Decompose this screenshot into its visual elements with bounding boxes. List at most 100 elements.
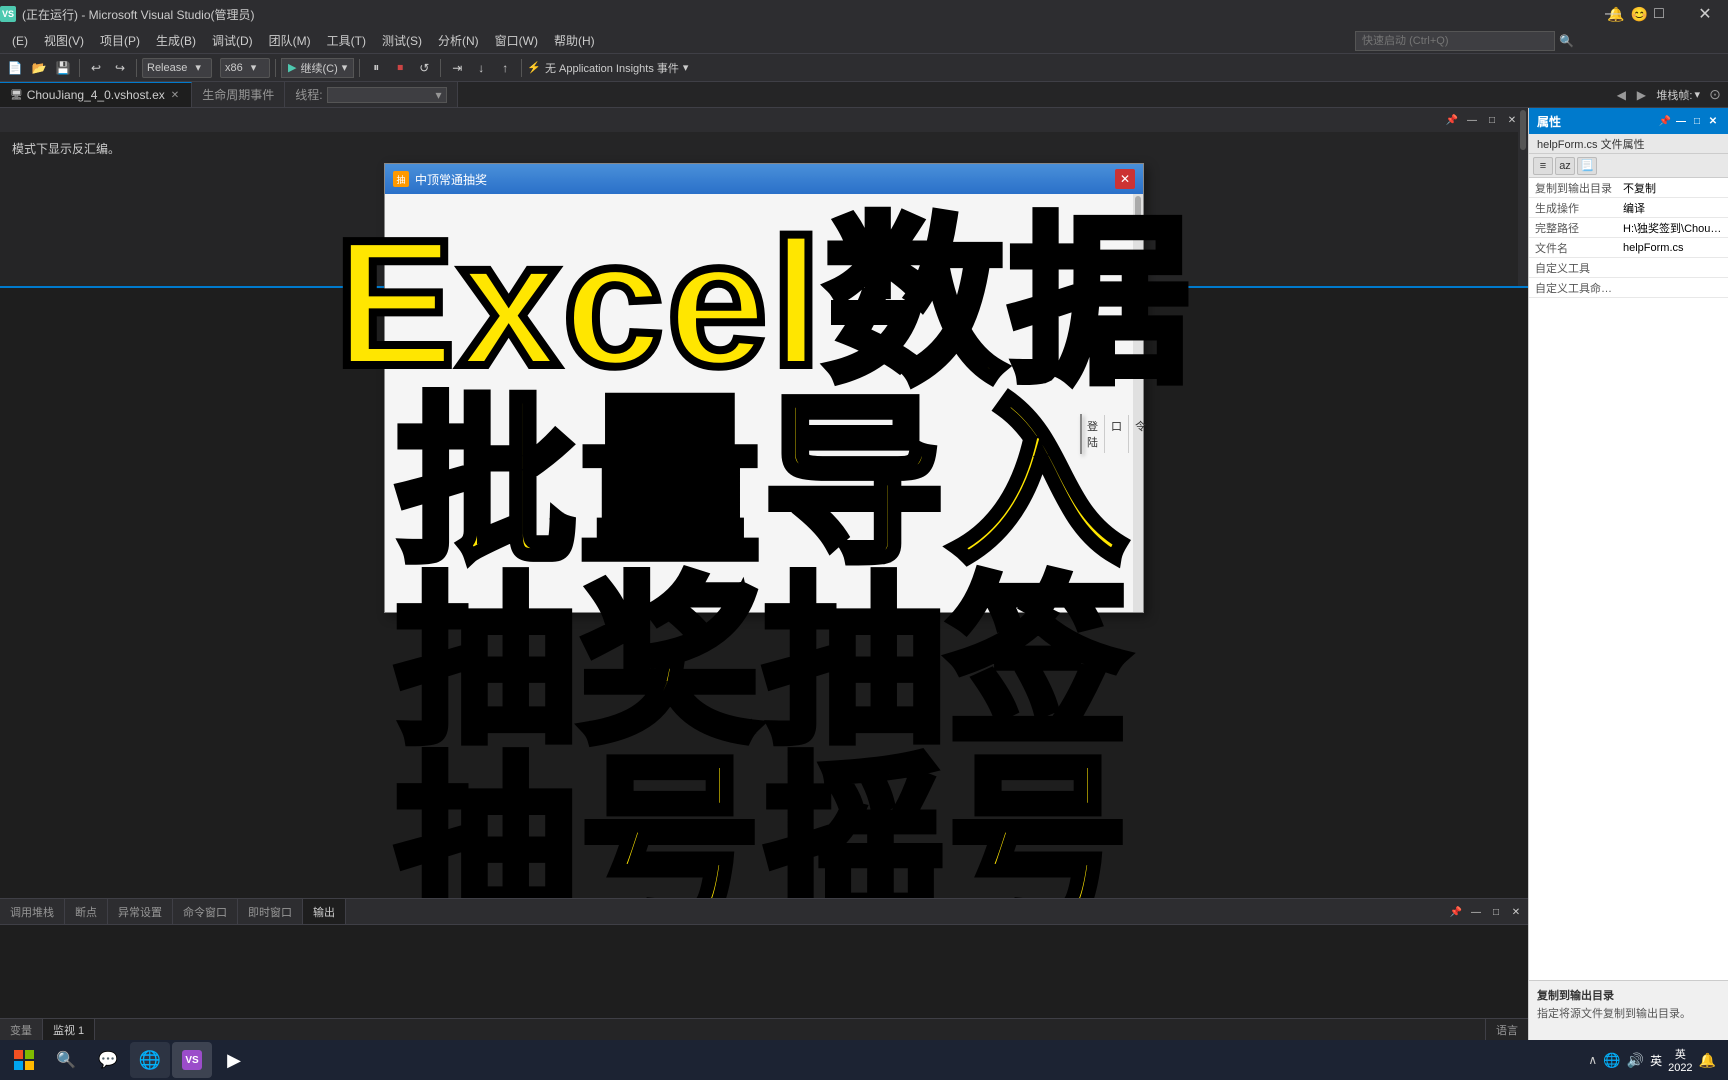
toolbar-btn-new[interactable]: 📄 — [4, 57, 26, 79]
properties-panel: 属性 📌 — □ ✕ helpForm.cs 文件属性 ≡ az 📃 复制到输出… — [1528, 108, 1728, 1040]
dialog-scrollbar[interactable] — [1133, 194, 1143, 612]
debug-pin-btn[interactable]: 📌 — [1448, 904, 1464, 920]
debug-close-btn[interactable]: ✕ — [1508, 904, 1524, 920]
tab-close-icon[interactable]: ✕ — [169, 90, 181, 101]
floating-toolbar: 登陆 口 令 — [1080, 414, 1082, 454]
properties-subtitle: helpForm.cs 文件属性 — [1529, 134, 1728, 154]
toolbar-btn-step-in[interactable]: ↓ — [470, 57, 492, 79]
scrollbar-v[interactable] — [1518, 108, 1528, 286]
debug-tab-immediate[interactable]: 即时窗口 — [238, 899, 303, 924]
menu-item-edit[interactable]: (E) — [4, 28, 36, 53]
thread-label: 线程: — [295, 86, 322, 103]
debug-tab-exceptions[interactable]: 异常设置 — [108, 899, 173, 924]
prop-btn-sort-alpha[interactable]: az — [1555, 157, 1575, 175]
taskbar-search-btn[interactable]: 🔍 — [46, 1042, 86, 1078]
insights-arrow: ▾ — [683, 61, 689, 74]
tray-network-icon[interactable]: 🌐 — [1603, 1052, 1620, 1069]
thread-arrow: ▾ — [436, 88, 442, 102]
debug-min-btn[interactable]: — — [1468, 904, 1484, 920]
taskbar-globe-btn[interactable]: 🌐 — [130, 1042, 170, 1078]
prop-val-1[interactable]: 编译 — [1619, 200, 1728, 216]
toolbar-btn-stop[interactable]: ⏹ — [389, 57, 411, 79]
prop-val-0[interactable]: 不复制 — [1619, 180, 1728, 196]
toolbar-btn-save[interactable]: 💾 — [52, 57, 74, 79]
debug-max-btn[interactable]: □ — [1488, 904, 1504, 920]
prop-btn-sort-cat[interactable]: ≡ — [1533, 157, 1553, 175]
nav-fwd-btn[interactable]: ▶ — [1632, 86, 1650, 104]
taskbar-datetime[interactable]: 英 2022 — [1668, 1046, 1692, 1074]
menu-item-test[interactable]: 测试(S) — [374, 28, 430, 53]
tray-notification-btn[interactable]: 🔔 — [1699, 1052, 1716, 1069]
menu-item-tools[interactable]: 工具(T) — [319, 28, 374, 53]
mini-panel-header: 📌 — □ ✕ — [0, 108, 1528, 132]
debug-tab-breakpoints[interactable]: 断点 — [65, 899, 108, 924]
thread-dropdown[interactable]: ▾ — [327, 87, 447, 103]
menu-item-view[interactable]: 视图(V) — [36, 28, 92, 53]
title-bar-icon: VS — [0, 6, 16, 22]
tab-lifecycle[interactable]: 生命周期事件 — [192, 82, 285, 107]
taskbar-vs-btn[interactable]: VS — [172, 1042, 212, 1078]
prop-btn-pages[interactable]: 📃 — [1577, 157, 1597, 175]
main-dialog: 抽 中顶常通抽奖 ✕ 登陆 口 令 — [384, 163, 1144, 613]
menu-item-window[interactable]: 窗口(W) — [487, 28, 546, 53]
taskbar-media-btn[interactable]: ▶ — [214, 1042, 254, 1078]
taskbar-chat-btn[interactable]: 💬 — [88, 1042, 128, 1078]
tray-volume-icon[interactable]: 🔊 — [1627, 1052, 1644, 1069]
prop-val-2[interactable]: H:\独奖签到\Chou江... — [1619, 220, 1728, 236]
minimize-button[interactable]: — — [1590, 0, 1636, 28]
title-bar: VS (正在运行) - Microsoft Visual Studio(管理员)… — [0, 0, 1728, 28]
float-btn-login[interactable]: 登陆 — [1081, 415, 1105, 453]
tray-lang-indicator[interactable]: 英 — [1650, 1052, 1662, 1069]
toolbar-insights[interactable]: ⚡ 无 Application Insights 事件 ▾ — [527, 60, 688, 76]
debug-tab-output[interactable]: 输出 — [303, 899, 346, 924]
props-max-btn[interactable]: □ — [1690, 114, 1704, 128]
float-btn-window[interactable]: 口 — [1105, 415, 1129, 453]
insights-icon: ⚡ — [527, 61, 541, 74]
mini-minimize-btn[interactable]: — — [1464, 112, 1480, 128]
platform-dropdown[interactable]: x86 ▾ — [220, 58, 270, 78]
center-icon-btn[interactable]: ⊙ — [1706, 86, 1724, 104]
menu-item-build[interactable]: 生成(B) — [148, 28, 204, 53]
menu-item-help[interactable]: 帮助(H) — [546, 28, 603, 53]
quick-search-input[interactable] — [1355, 31, 1555, 51]
vars-tab[interactable]: 变量 — [0, 1019, 43, 1040]
tab-vshost[interactable]: 🖥 ChouJiang_4_0.vshost.ex ✕ — [0, 82, 192, 107]
props-pin-btn[interactable]: 📌 — [1658, 114, 1672, 128]
float-btn-cmd[interactable]: 令 — [1129, 415, 1152, 453]
prop-row-4: 自定义工具 — [1529, 258, 1728, 278]
menu-item-team[interactable]: 团队(M) — [261, 28, 319, 53]
toolbar-btn-restart[interactable]: ↺ — [413, 57, 435, 79]
dialog-icon: 抽 — [393, 171, 409, 187]
debug-tab-callstack[interactable]: 调用堆栈 — [0, 899, 65, 924]
menu-item-debug[interactable]: 调试(D) — [204, 28, 261, 53]
tray-up-icon[interactable]: ∧ — [1588, 1053, 1597, 1067]
toolbar-btn-undo[interactable]: ↩ — [85, 57, 107, 79]
dialog-close-btn[interactable]: ✕ — [1115, 169, 1135, 189]
props-min-btn[interactable]: — — [1674, 114, 1688, 128]
toolbar-btn-open[interactable]: 📂 — [28, 57, 50, 79]
debug-tab-cmdwindow[interactable]: 命令窗口 — [173, 899, 238, 924]
prop-row-1: 生成操作 编译 — [1529, 198, 1728, 218]
nav-back-btn[interactable]: ◀ — [1612, 86, 1630, 104]
props-close-btn[interactable]: ✕ — [1706, 114, 1720, 128]
menu-item-analyze[interactable]: 分析(N) — [430, 28, 487, 53]
taskbar-start-btn[interactable] — [4, 1042, 44, 1078]
config-dropdown[interactable]: Release ▾ — [142, 58, 212, 78]
menu-item-project[interactable]: 项目(P) — [92, 28, 148, 53]
maximize-button[interactable]: □ — [1636, 0, 1682, 28]
tab-thread[interactable]: 线程: ▾ — [285, 82, 457, 107]
main-toolbar: 📄 📂 💾 ↩ ↪ Release ▾ x86 ▾ ▶ 继续(C) ▾ ⏸ ⏹ … — [0, 54, 1728, 82]
start-button[interactable]: ▶ 继续(C) ▾ — [281, 58, 354, 78]
toolbar-btn-step-out[interactable]: ↑ — [494, 57, 516, 79]
toolbar-btn-redo[interactable]: ↪ — [109, 57, 131, 79]
close-button[interactable]: ✕ — [1682, 0, 1728, 28]
mini-pin-btn[interactable]: 📌 — [1444, 112, 1460, 128]
props-footer-desc: 指定将源文件复制到输出目录。 — [1537, 1007, 1720, 1022]
toolbar-btn-pause[interactable]: ⏸ — [365, 57, 387, 79]
mini-maximize-btn[interactable]: □ — [1484, 112, 1500, 128]
toolbar-btn-step-over[interactable]: ⇥ — [446, 57, 468, 79]
watch1-tab[interactable]: 监视 1 — [43, 1019, 95, 1040]
stack-btn[interactable]: 堆栈帧: ▾ — [1652, 87, 1704, 103]
prop-val-3[interactable]: helpForm.cs — [1619, 242, 1728, 254]
separator3 — [275, 59, 276, 77]
